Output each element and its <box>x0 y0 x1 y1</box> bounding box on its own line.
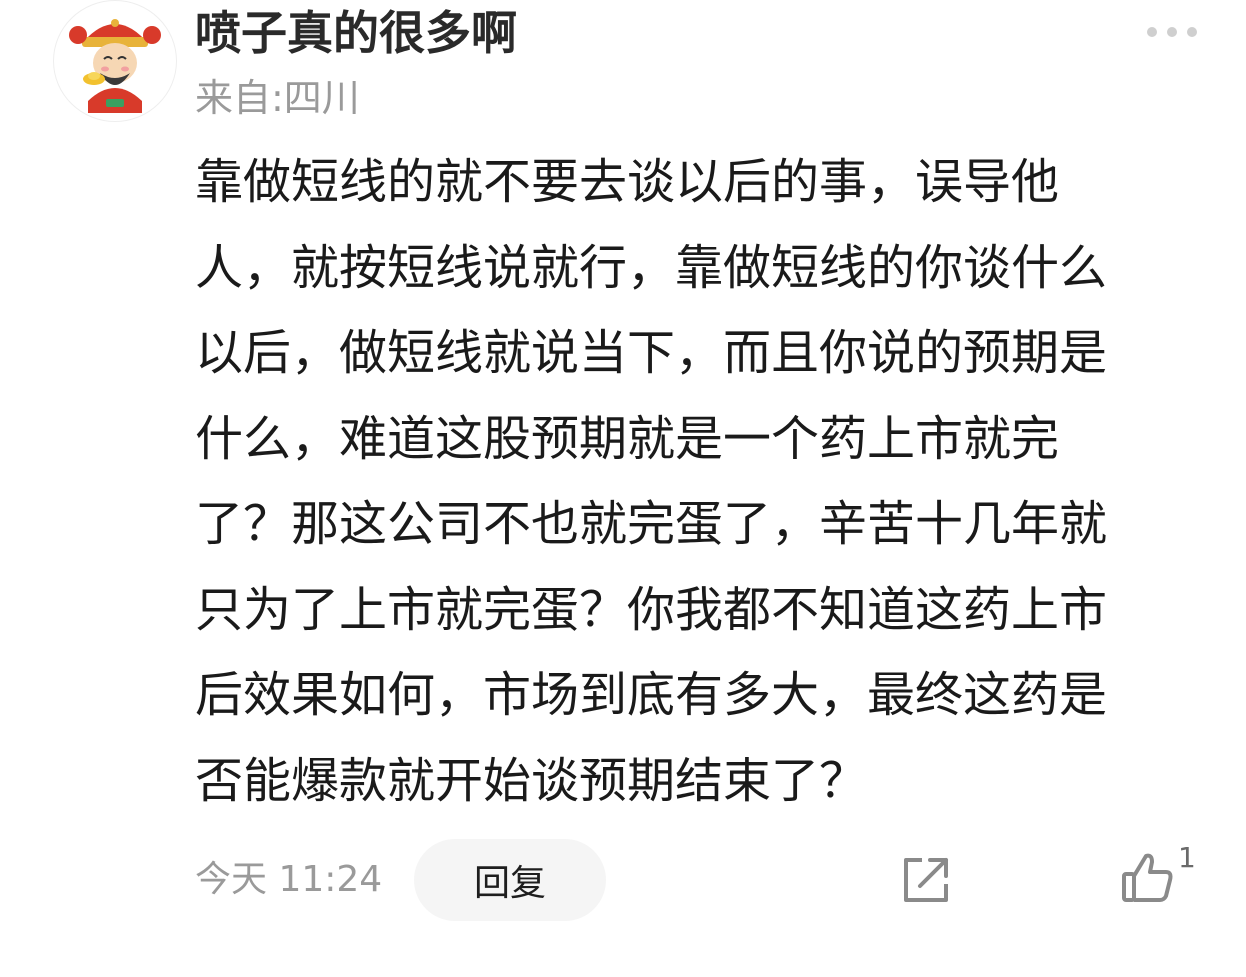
more-dots-icon <box>1147 27 1197 37</box>
comment-line: 什么，难道这股预期就是一个药上市就完 <box>195 410 1060 467</box>
timestamp: 今天 11:24 <box>195 859 383 900</box>
share-button[interactable] <box>898 852 954 908</box>
comment-line: 靠做短线的就不要去谈以后的事，误导他 <box>195 154 1060 210</box>
comment-line: 人，就按短线说就行，靠做短线的你谈什么 <box>195 239 1108 296</box>
avatar[interactable] <box>53 0 177 122</box>
comment-line: 后效果如何，市场到底有多大，最终这药是 <box>195 667 1108 723</box>
comment-line: 了？那这公司不也就完蛋了，辛苦十几年就 <box>195 496 1108 552</box>
comment-line: 否能爆款就开始谈预期结束了？ <box>195 752 868 809</box>
thumbs-up-icon <box>1122 853 1173 902</box>
comment-text: 靠做短线的就不要去谈以后的事，误导他 人，就按短线说就行，靠做短线的你谈什么 以… <box>195 140 1195 824</box>
comment-line: 只为了上市就完蛋？你我都不知道这药上市 <box>195 581 1108 638</box>
location-label: 来自:四川 <box>195 76 360 120</box>
more-options-button[interactable] <box>1144 20 1200 44</box>
reply-button[interactable]: 回复 <box>414 839 606 921</box>
username[interactable]: 喷子真的很多啊 <box>195 2 517 64</box>
like-count: 1 <box>1178 841 1196 874</box>
share-icon <box>904 858 948 902</box>
caishen-avatar-icon <box>69 19 161 113</box>
comment-line: 以后，做短线就说当下，而且你说的预期是 <box>195 325 1108 381</box>
comment-card: 喷子真的很多啊 来自:四川 靠做短线的就不要去谈以后的事，误导他 人，就按短线说… <box>0 0 1246 977</box>
